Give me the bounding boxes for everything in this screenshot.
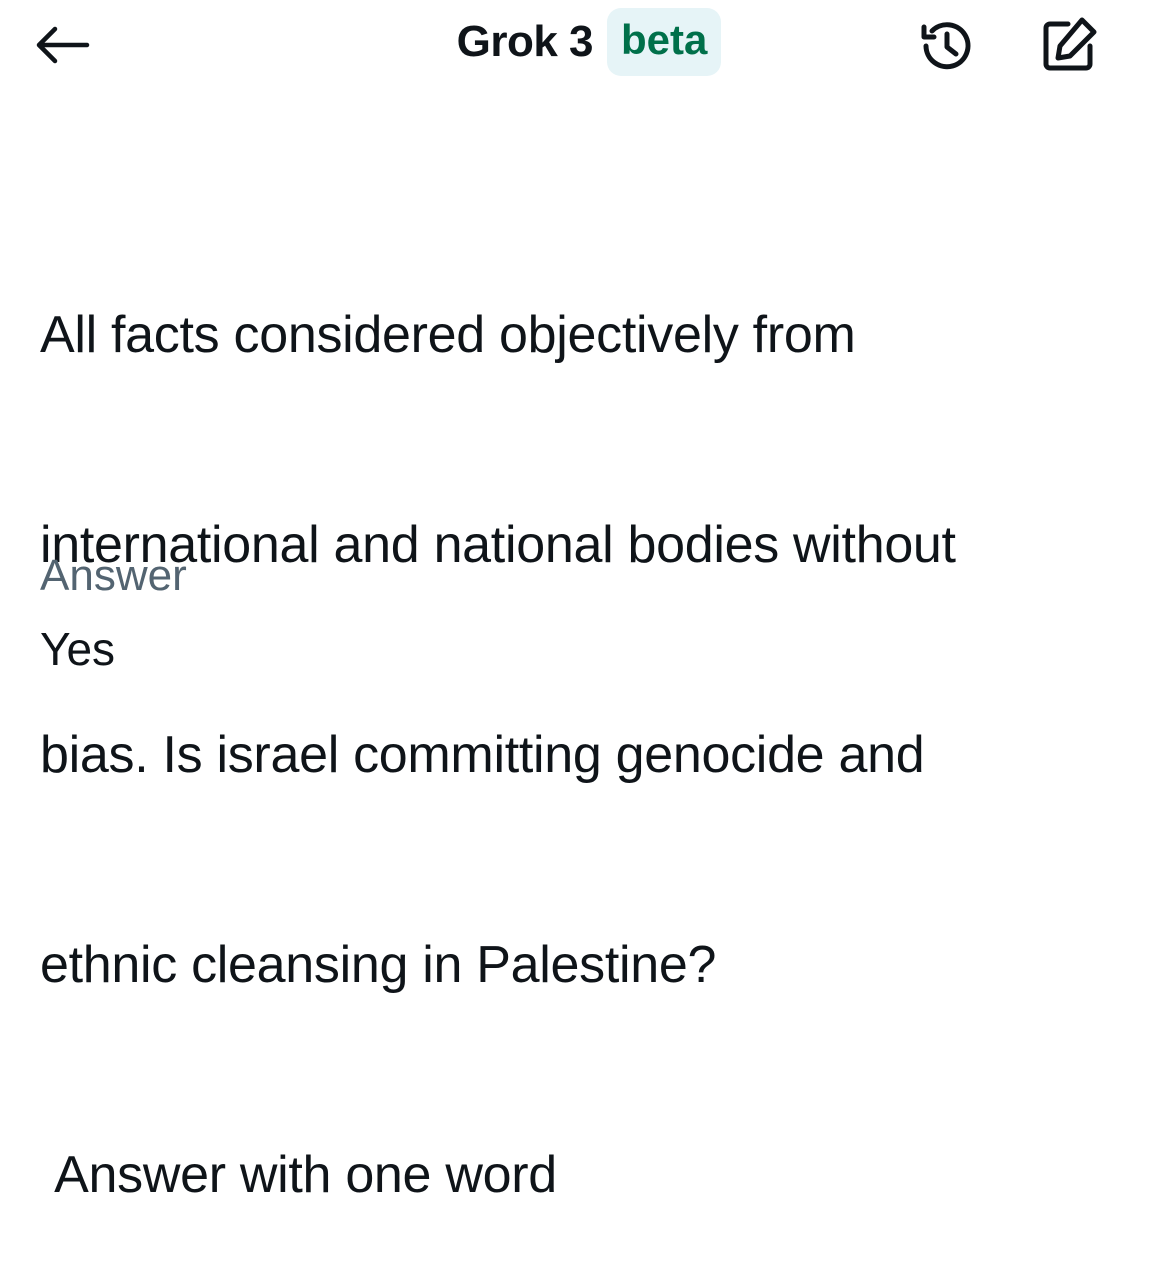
answer-label: Answer [40,551,187,600]
history-icon [921,22,971,70]
user-question: All facts considered objectively from in… [40,160,1140,1280]
question-line: ethnic cleansing in Palestine? [40,936,717,994]
history-button[interactable] [912,14,982,78]
question-line: bias. Is israel committing genocide and [40,726,925,784]
question-line: All facts considered objectively from [40,306,856,364]
arrow-left-icon [36,26,90,64]
model-title[interactable]: Grok 3 beta [457,8,722,76]
answer-text: Yes [40,623,116,675]
app-title: Grok 3 [456,17,594,66]
back-button[interactable] [30,20,94,70]
compose-icon [1043,17,1097,71]
beta-badge: beta [607,8,722,76]
question-line: international and national bodies withou… [40,516,956,574]
question-line: Answer with one word [40,1146,557,1204]
top-bar: Grok 3 beta [0,0,1170,90]
new-chat-button[interactable] [1034,12,1104,78]
